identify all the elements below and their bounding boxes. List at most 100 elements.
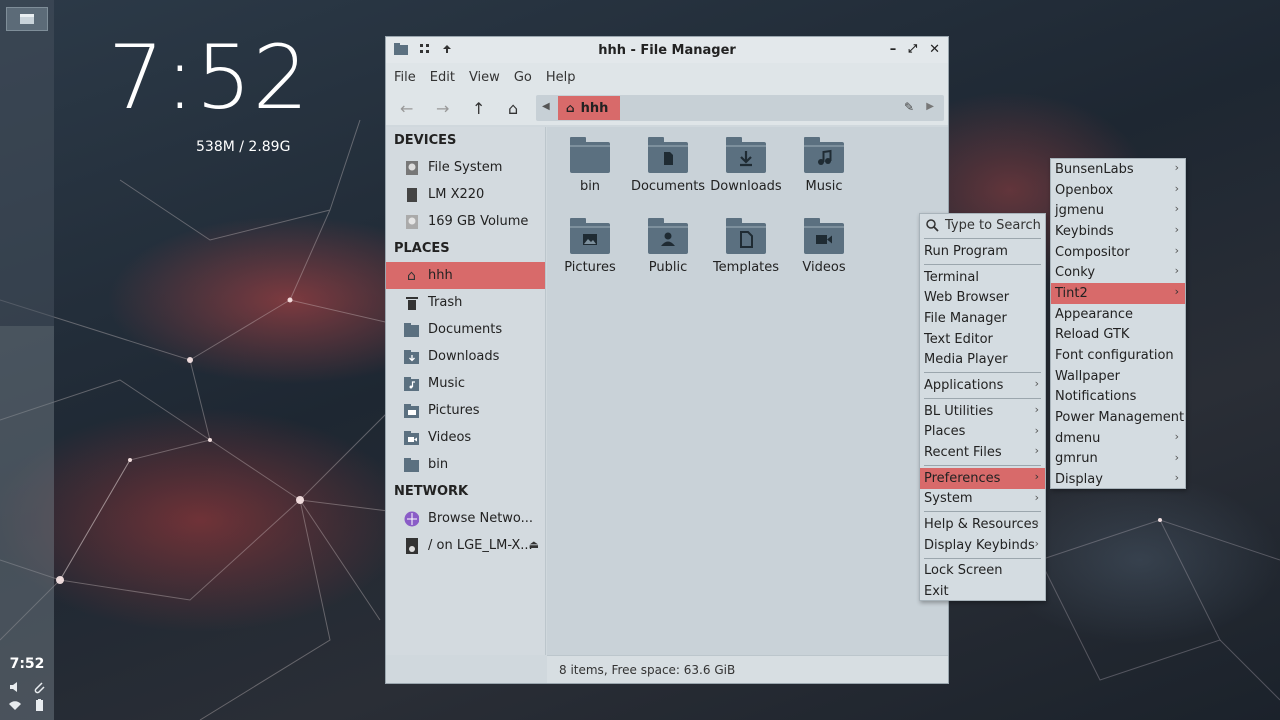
sidebar-item-trash[interactable]: Trash <box>386 289 545 316</box>
chevron-right-icon: › <box>1034 444 1039 458</box>
menu-item-terminal[interactable]: Terminal <box>920 267 1045 288</box>
submenu-item-gmrun[interactable]: gmrun › <box>1051 449 1185 470</box>
search-icon <box>926 218 939 232</box>
sidebar: DEVICES File System LM X220 169 GB Volum… <box>386 127 546 655</box>
menu-item-help-resources[interactable]: Help & Resources › <box>920 514 1045 535</box>
menu-item-text-editor[interactable]: Text Editor <box>920 329 1045 350</box>
minimize-icon[interactable]: – <box>890 42 897 57</box>
shade-icon[interactable] <box>442 44 452 54</box>
menu-separator <box>924 372 1041 374</box>
path-bar: ◀ ⌂ hhh ✎ ▶ <box>536 95 944 121</box>
menu-item-lock-screen[interactable]: Lock Screen <box>920 561 1045 582</box>
back-arrow-icon[interactable]: ← <box>400 99 436 118</box>
folder-music[interactable]: Music <box>785 137 863 194</box>
submenu-item-bunsenlabs[interactable]: BunsenLabs › <box>1051 159 1185 180</box>
menu-item-display-keybinds[interactable]: Display Keybinds › <box>920 535 1045 556</box>
sidebar-item-lm-x220[interactable]: LM X220 <box>386 181 545 208</box>
path-crumb-label: hhh <box>580 100 609 116</box>
menu-item-file-manager[interactable]: File Manager <box>920 308 1045 329</box>
sidebar-item-browse-network[interactable]: Browse Netwo... <box>386 505 545 532</box>
sidebar-item-169gb-volume[interactable]: 169 GB Volume <box>386 208 545 235</box>
submenu-item-font-configuration[interactable]: Font configuration <box>1051 345 1185 366</box>
submenu-item-keybinds[interactable]: Keybinds › <box>1051 221 1185 242</box>
window-menu-icon[interactable] <box>394 43 408 55</box>
menu-item-run-program[interactable]: Run Program <box>920 241 1045 262</box>
maximize-icon[interactable]: ⤢ <box>908 42 917 57</box>
menu-item-applications[interactable]: Applications › <box>920 375 1045 396</box>
menu-edit[interactable]: Edit <box>430 70 455 85</box>
sidebar-item-videos[interactable]: Videos <box>386 424 545 451</box>
sidebar-item-downloads[interactable]: Downloads <box>386 343 545 370</box>
edit-location-icon[interactable]: ✎ <box>904 100 914 114</box>
submenu-item-conky[interactable]: Conky › <box>1051 262 1185 283</box>
submenu-item-display[interactable]: Display › <box>1051 469 1185 490</box>
chevron-right-icon: › <box>1034 490 1039 504</box>
folder-public-icon <box>648 218 688 254</box>
title-bar[interactable]: hhh - File Manager – ⤢ ✕ <box>386 37 948 63</box>
folder-templates[interactable]: Templates <box>707 218 785 275</box>
menu-item-places[interactable]: Places › <box>920 422 1045 443</box>
chevron-right-icon: › <box>1174 450 1179 464</box>
menu-view[interactable]: View <box>469 70 500 85</box>
submenu-item-wallpaper[interactable]: Wallpaper <box>1051 366 1185 387</box>
menu-item-system[interactable]: System › <box>920 489 1045 510</box>
panel-clock[interactable]: 7:52 <box>0 656 54 672</box>
menu-item-bl-utilities[interactable]: BL Utilities › <box>920 401 1045 422</box>
submenu-item-appearance[interactable]: Appearance <box>1051 304 1185 325</box>
battery-icon[interactable] <box>32 698 46 712</box>
menu-bar: File Edit View Go Help <box>386 63 948 91</box>
menu-item-preferences[interactable]: Preferences › <box>920 467 1045 489</box>
path-crumb-home[interactable]: ⌂ hhh <box>558 96 620 120</box>
folder-videos-icon <box>404 430 419 445</box>
phone-drive-icon <box>404 537 419 554</box>
submenu-item-openbox[interactable]: Openbox › <box>1051 180 1185 201</box>
sidebar-item-remote-mount[interactable]: / on LGE_LM-X... ⏏ <box>386 532 545 559</box>
submenu-item-compositor[interactable]: Compositor › <box>1051 242 1185 263</box>
all-desktops-icon[interactable] <box>420 44 430 54</box>
chevron-right-icon: › <box>1034 423 1039 437</box>
submenu-item-power-management[interactable]: Power Management <box>1051 407 1185 428</box>
menu-search-field[interactable]: Type to Search <box>920 214 1045 236</box>
eject-icon[interactable]: ⏏ <box>529 538 539 551</box>
menu-item-recent-files[interactable]: Recent Files › <box>920 442 1045 463</box>
home-icon: ⌂ <box>407 267 416 284</box>
menu-item-exit[interactable]: Exit <box>920 581 1045 602</box>
volume-icon[interactable] <box>8 680 22 694</box>
submenu-item-jgmenu[interactable]: jgmenu › <box>1051 200 1185 221</box>
submenu-item-tint2[interactable]: Tint2 › <box>1051 283 1185 304</box>
clipboard-icon[interactable] <box>32 680 46 694</box>
close-icon[interactable]: ✕ <box>929 42 940 57</box>
wifi-icon[interactable] <box>8 698 22 712</box>
sidebar-item-documents[interactable]: Documents <box>386 316 545 343</box>
folder-public[interactable]: Public <box>629 218 707 275</box>
workspace-button[interactable] <box>6 7 48 31</box>
menu-file[interactable]: File <box>394 70 416 85</box>
folder-documents[interactable]: Documents <box>629 137 707 194</box>
folder-pictures-icon <box>404 403 419 418</box>
menu-item-media-player[interactable]: Media Player <box>920 349 1045 370</box>
sidebar-item-music[interactable]: Music <box>386 370 545 397</box>
folder-downloads[interactable]: Downloads <box>707 137 785 194</box>
conky-clock: 7:52 <box>108 26 310 129</box>
folder-bin[interactable]: bin <box>551 137 629 194</box>
sidebar-item-file-system[interactable]: File System <box>386 154 545 181</box>
menu-item-web-browser[interactable]: Web Browser <box>920 287 1045 308</box>
submenu-item-notifications[interactable]: Notifications <box>1051 387 1185 408</box>
menu-help[interactable]: Help <box>546 70 576 85</box>
sidebar-item-home[interactable]: ⌂ hhh <box>386 262 545 289</box>
path-scroll-right-icon[interactable]: ▶ <box>926 101 934 112</box>
submenu-item-dmenu[interactable]: dmenu › <box>1051 428 1185 449</box>
sidebar-item-pictures[interactable]: Pictures <box>386 397 545 424</box>
sidebar-item-bin[interactable]: bin <box>386 451 545 478</box>
chevron-right-icon: › <box>1174 471 1179 485</box>
forward-arrow-icon[interactable]: → <box>436 99 472 118</box>
menu-go[interactable]: Go <box>514 70 532 85</box>
tint2-panel: 7:52 <box>0 0 54 720</box>
submenu-item-reload-gtk[interactable]: Reload GTK <box>1051 325 1185 346</box>
path-scroll-left-icon[interactable]: ◀ <box>542 101 550 112</box>
disk-icon <box>404 187 419 202</box>
folder-videos[interactable]: Videos <box>785 218 863 275</box>
folder-pictures[interactable]: Pictures <box>551 218 629 275</box>
up-arrow-icon[interactable]: ↑ <box>472 99 508 118</box>
network-globe-icon <box>404 511 419 526</box>
